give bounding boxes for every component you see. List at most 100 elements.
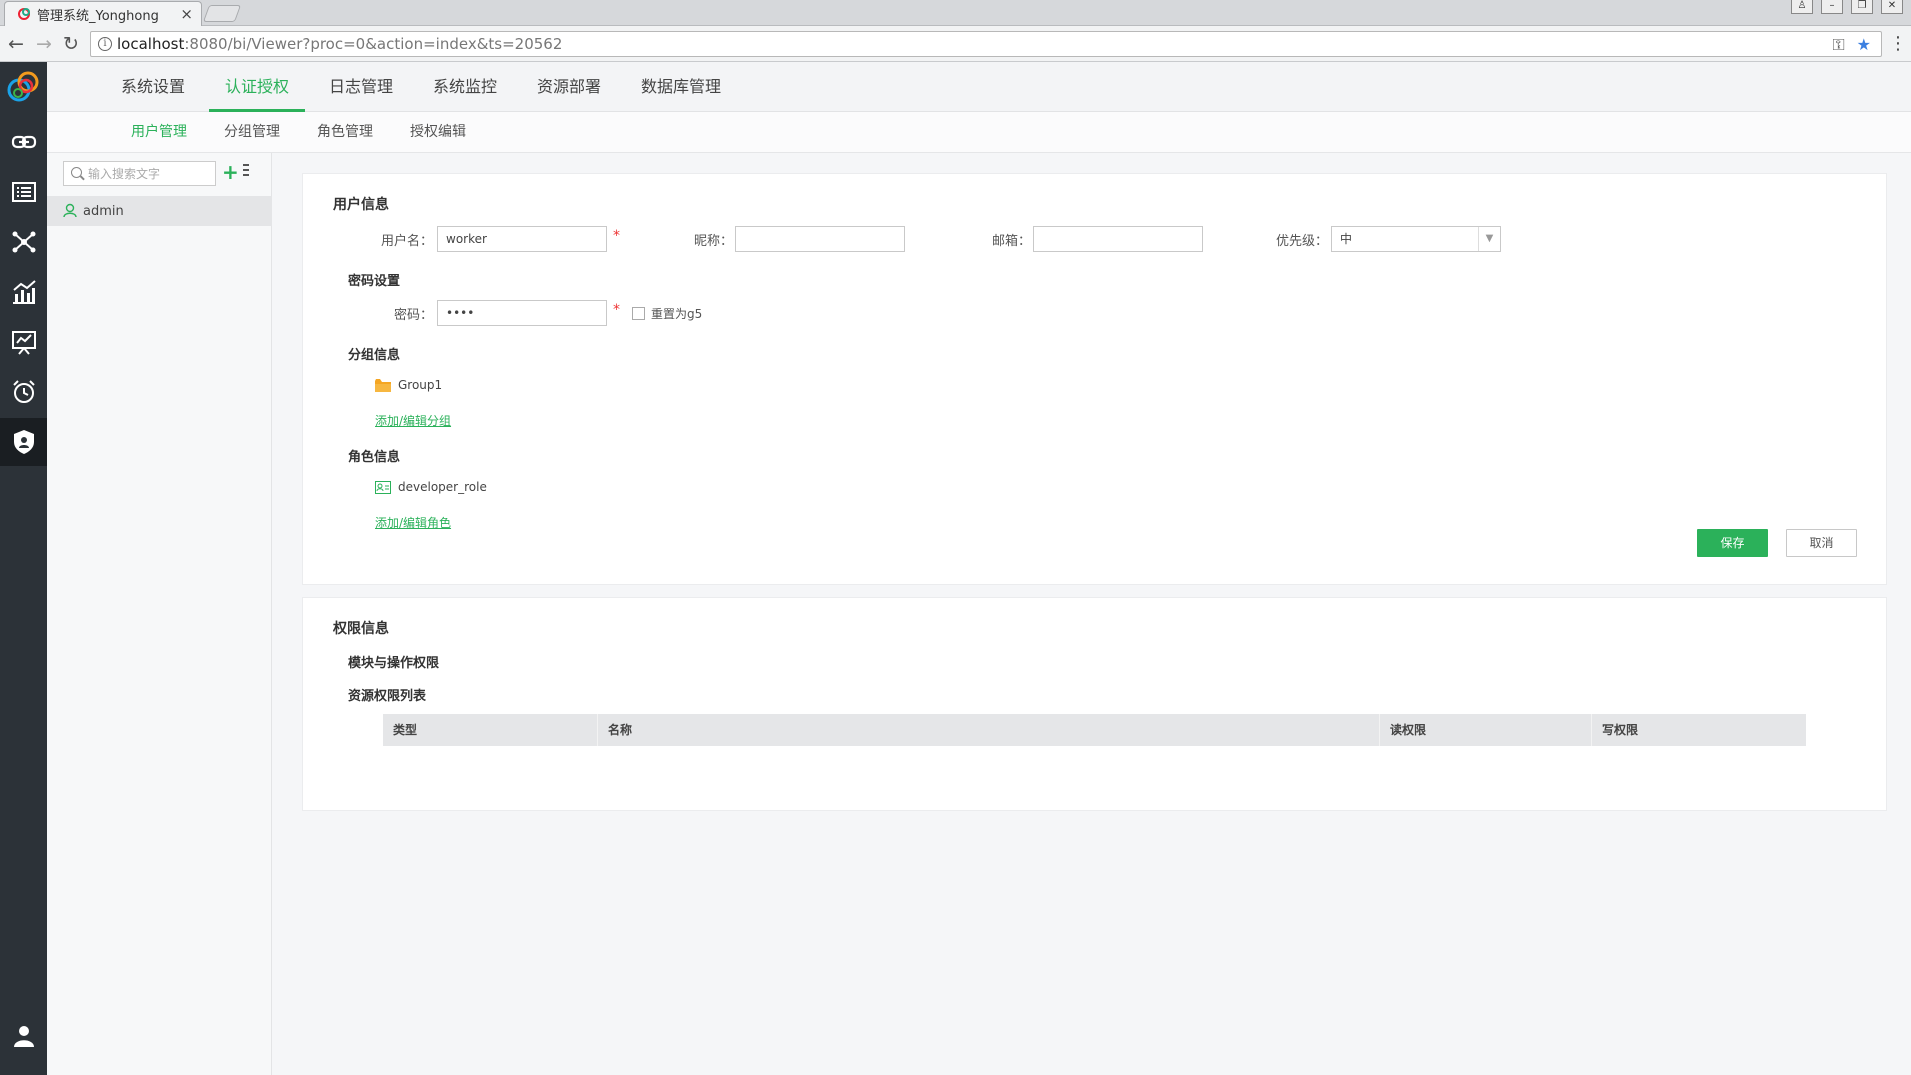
module-permissions-title: 模块与操作权限 [348, 656, 440, 671]
forward-icon[interactable]: → [36, 33, 52, 55]
network-icon [12, 231, 35, 253]
tab-database[interactable]: 数据库管理 [625, 62, 737, 112]
tab-monitor[interactable]: 系统监控 [417, 62, 513, 112]
group-name: Group1 [398, 378, 443, 392]
rail-network-icon[interactable] [0, 218, 47, 266]
restore-icon[interactable]: ❐ [1851, 0, 1873, 14]
sub-nav: 用户管理 分组管理 角色管理 授权编辑 [47, 112, 1911, 153]
reset-password-checkbox[interactable] [632, 307, 645, 320]
email-label: 邮箱： [991, 234, 1031, 249]
rail-list-icon[interactable] [0, 168, 47, 216]
password-section-title: 密码设置 [348, 274, 401, 289]
password-field[interactable]: •••• [437, 300, 607, 326]
column-header-type[interactable]: 类型 [383, 714, 598, 746]
yonghong-favicon [18, 8, 30, 20]
profile-icon[interactable]: ♙ [1791, 0, 1813, 14]
presentation-icon [11, 331, 36, 355]
user-list-panel: 输入搜索文字 + admin [47, 153, 272, 1075]
column-header-name[interactable]: 名称 [598, 714, 1380, 746]
resource-permissions-title: 资源权限列表 [348, 689, 427, 704]
email-field[interactable] [1033, 226, 1203, 252]
site-info-icon[interactable]: i [98, 37, 112, 51]
minimize-icon[interactable]: – [1821, 0, 1843, 14]
permissions-card: 权限信息 模块与操作权限 资源权限列表 类型 名称 读权限 写权限 [302, 597, 1887, 811]
rail-user-icon[interactable] [0, 1012, 47, 1060]
yonghong-logo [7, 71, 39, 102]
key-icon[interactable]: ⚿ [1832, 35, 1844, 55]
reload-icon[interactable]: ↻ [63, 33, 79, 55]
role-section-title: 角色信息 [348, 450, 401, 465]
role-card-icon [375, 480, 391, 494]
close-window-icon[interactable]: ✕ [1881, 0, 1903, 14]
save-button[interactable]: 保存 [1697, 529, 1768, 557]
nickname-field[interactable] [735, 226, 905, 252]
url-host: localhost [117, 35, 185, 53]
username-label: 用户名： [380, 234, 433, 249]
chart-icon [12, 280, 36, 304]
user-list-item[interactable]: admin [47, 196, 272, 226]
link-icon [11, 135, 36, 149]
priority-select[interactable]: 中 ▼ [1331, 226, 1501, 252]
browser-tab-strip: 管理系统_Yonghong × ♙ – ❐ ✕ [0, 0, 1911, 26]
permissions-title: 权限信息 [333, 621, 389, 637]
user-outline-icon [63, 203, 77, 218]
tab-logs[interactable]: 日志管理 [313, 62, 409, 112]
alarm-icon [12, 380, 35, 403]
reset-password-label: 重置为g5 [651, 307, 703, 321]
bookmark-star-icon[interactable]: ★ [1857, 35, 1871, 55]
role-name: developer_role [398, 480, 487, 494]
cancel-button[interactable]: 取消 [1786, 529, 1857, 557]
rail-link-icon[interactable] [0, 118, 47, 166]
priority-value: 中 [1340, 232, 1353, 246]
resource-permissions-table: 类型 名称 读权限 写权限 [383, 714, 1806, 746]
rail-security-icon[interactable] [0, 418, 47, 466]
user-name: admin [83, 203, 124, 219]
edit-roles-link[interactable]: 添加/编辑角色 [375, 514, 451, 531]
tab-auth[interactable]: 认证授权 [209, 62, 306, 112]
password-label: 密码： [393, 308, 433, 323]
rail-presentation-icon[interactable] [0, 318, 47, 366]
folder-icon [375, 378, 391, 392]
new-tab-button[interactable] [202, 5, 242, 22]
column-header-write[interactable]: 写权限 [1592, 714, 1806, 746]
more-options-icon[interactable] [243, 164, 249, 178]
group-item: Group1 [375, 378, 442, 392]
search-input[interactable]: 输入搜索文字 [63, 161, 216, 186]
search-placeholder: 输入搜索文字 [88, 167, 161, 181]
browser-toolbar: ← → ↻ i localhost:8080/bi/Viewer?proc=0&… [0, 26, 1911, 62]
tab-system-settings[interactable]: 系统设置 [105, 62, 201, 112]
edit-groups-link[interactable]: 添加/编辑分组 [375, 412, 451, 429]
main-nav: 系统设置 认证授权 日志管理 系统监控 资源部署 数据库管理 [47, 62, 1911, 112]
close-tab-icon[interactable]: × [180, 5, 193, 23]
rail-alarm-icon[interactable] [0, 368, 47, 416]
subtab-users[interactable]: 用户管理 [131, 112, 187, 153]
add-user-button[interactable]: + [222, 161, 239, 183]
priority-label: 优先级： [1275, 234, 1328, 249]
subtab-grant-edit[interactable]: 授权编辑 [410, 112, 466, 153]
search-icon [71, 167, 82, 178]
subtab-roles[interactable]: 角色管理 [317, 112, 373, 153]
browser-tab[interactable]: 管理系统_Yonghong × [4, 1, 202, 26]
user-icon [13, 1026, 34, 1047]
browser-menu-icon[interactable]: ⋮ [1889, 33, 1907, 54]
username-field[interactable]: worker [437, 226, 607, 252]
nickname-label: 昵称： [693, 234, 733, 249]
window-controls: ♙ – ❐ ✕ [1791, 0, 1903, 14]
group-section-title: 分组信息 [348, 348, 401, 363]
role-item: developer_role [375, 480, 487, 494]
rail-chart-icon[interactable] [0, 268, 47, 316]
required-mark: * [613, 228, 620, 244]
user-info-title: 用户信息 [333, 197, 389, 213]
url-path: :8080/bi/Viewer?proc=0&action=index&ts=2… [184, 35, 563, 53]
shield-user-icon [13, 430, 34, 454]
user-info-card: 用户信息 用户名： worker * 昵称： 邮箱： 优先级： 中 ▼ 密码设置… [302, 173, 1887, 585]
app-rail [0, 62, 47, 1075]
tab-deploy[interactable]: 资源部署 [521, 62, 617, 112]
column-header-read[interactable]: 读权限 [1380, 714, 1592, 746]
address-bar[interactable]: i localhost:8080/bi/Viewer?proc=0&action… [90, 31, 1882, 57]
chevron-down-icon[interactable]: ▼ [1478, 227, 1500, 251]
back-icon[interactable]: ← [8, 33, 24, 55]
required-mark: * [613, 302, 620, 318]
tab-title: 管理系统_Yonghong [37, 8, 159, 24]
subtab-groups[interactable]: 分组管理 [224, 112, 280, 153]
